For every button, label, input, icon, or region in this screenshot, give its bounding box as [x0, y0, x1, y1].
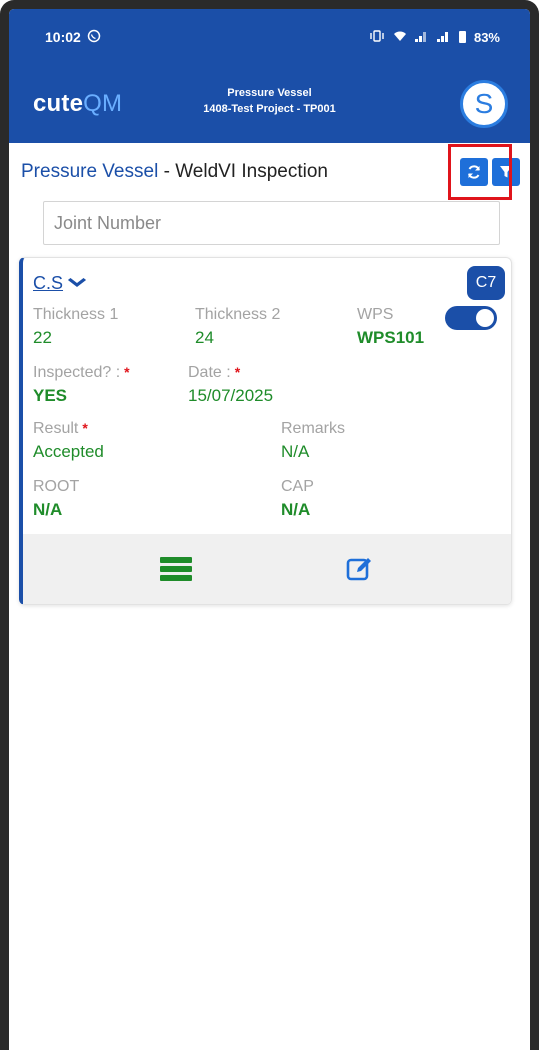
inspected-field: Inspected? : * YES	[33, 364, 130, 405]
phone-screen: 10:02 83% cuteQM Pressure Vessel 1408-Te…	[0, 0, 539, 1050]
chevron-down-icon	[67, 275, 88, 291]
date-field: Date : * 15/07/2025	[188, 364, 274, 405]
edit-icon[interactable]	[345, 554, 375, 584]
status-bar: 10:02 83%	[9, 9, 530, 65]
wps-toggle[interactable]	[445, 306, 497, 330]
thickness1-field: Thickness 1 22	[33, 306, 119, 347]
thickness2-field: Thickness 2 24	[195, 306, 281, 347]
required-marker: *	[234, 364, 241, 380]
app-header: cuteQM Pressure Vessel 1408-Test Project…	[9, 65, 530, 143]
signal-icon	[414, 32, 429, 42]
remarks-field: Remarks N/A	[281, 420, 346, 461]
battery-level: 83%	[473, 29, 500, 45]
signal-icon-2	[436, 32, 451, 42]
wps-field: WPS WPS101	[357, 306, 501, 352]
inspection-card: C.S C7 Thickness 1 22 Thickness 2 24 WPS…	[19, 257, 512, 605]
whatsapp-icon	[87, 29, 101, 46]
page-title: Pressure Vessel - WeldVI Inspection	[21, 161, 328, 182]
page-subtitle: WeldVI Inspection	[175, 161, 328, 182]
result-field: Result * Accepted	[33, 420, 104, 461]
group-dropdown[interactable]: C.S	[33, 272, 88, 294]
title-row: Pressure Vessel - WeldVI Inspection	[9, 143, 530, 201]
required-marker: *	[82, 420, 88, 436]
root-field: ROOT N/A	[33, 478, 80, 519]
page-module: Pressure Vessel	[21, 161, 159, 182]
list-icon[interactable]	[159, 557, 192, 581]
joint-badge: C7	[467, 266, 505, 300]
user-avatar[interactable]: S	[460, 80, 508, 128]
vibrate-icon	[369, 29, 385, 45]
required-marker: *	[124, 364, 130, 380]
group-label: C.S	[33, 272, 64, 293]
wifi-icon	[393, 30, 407, 45]
cap-field: CAP N/A	[281, 478, 314, 519]
battery-icon	[458, 31, 466, 43]
card-actions	[23, 534, 511, 604]
brand-logo: cuteQM	[33, 90, 123, 117]
highlight-box	[448, 144, 512, 200]
status-time: 10:02	[45, 29, 81, 45]
joint-number-input[interactable]	[43, 201, 500, 245]
